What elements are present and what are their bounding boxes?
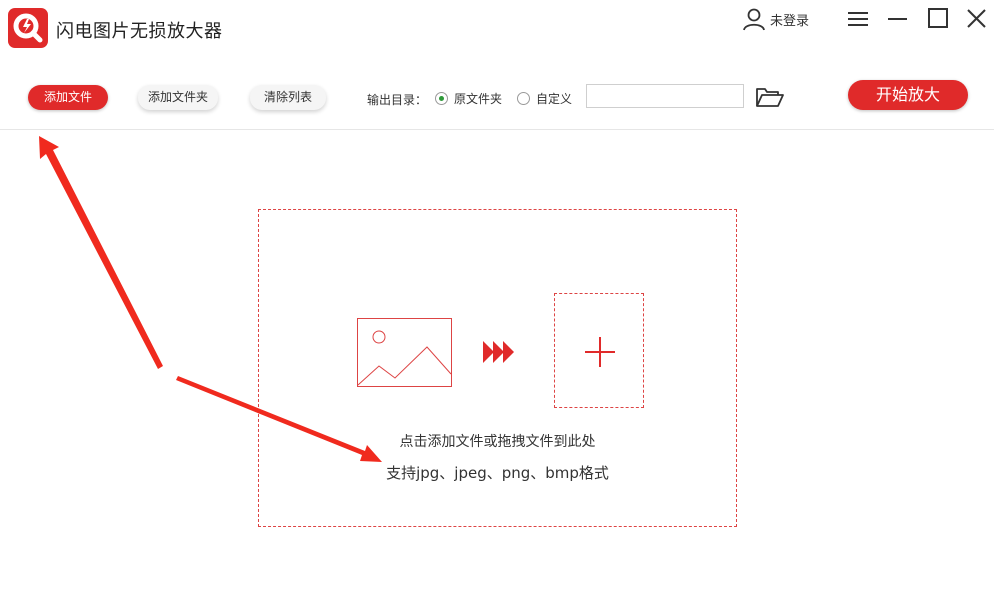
user-icon xyxy=(743,8,765,31)
radio-original-folder[interactable]: 原文件夹 xyxy=(435,90,502,107)
plus-icon xyxy=(585,337,615,367)
browse-folder-button[interactable] xyxy=(755,86,785,108)
minimize-icon xyxy=(888,18,907,20)
triple-arrow-icon xyxy=(483,341,514,363)
login-button[interactable]: 未登录 xyxy=(742,6,809,32)
title-bar: 闪电图片无损放大器 未登录 xyxy=(0,0,994,60)
login-status-label: 未登录 xyxy=(770,13,810,29)
radio-label: 原文件夹 xyxy=(454,92,503,106)
folder-open-icon xyxy=(756,88,784,107)
maximize-button[interactable] xyxy=(925,6,953,32)
output-dir-label: 输出目录： xyxy=(367,93,428,107)
output-path-input[interactable] xyxy=(586,84,744,108)
radio-label: 自定义 xyxy=(536,92,573,106)
hamburger-icon xyxy=(848,12,868,26)
add-image-box[interactable] xyxy=(554,293,644,408)
radio-indicator[interactable] xyxy=(517,92,530,105)
radio-indicator[interactable] xyxy=(435,92,448,105)
add-folder-button[interactable]: 添加文件夹 xyxy=(138,85,218,110)
close-icon xyxy=(967,9,986,28)
minimize-button[interactable] xyxy=(884,6,912,32)
clear-list-button[interactable]: 清除列表 xyxy=(250,85,326,110)
app-title: 闪电图片无损放大器 xyxy=(56,21,223,42)
magnifier-logo-icon xyxy=(8,8,48,48)
annotation-arrow-up xyxy=(39,136,163,369)
image-icon xyxy=(357,318,452,387)
toolbar-divider xyxy=(0,129,994,130)
supported-formats-text: 支持jpg、jpeg、png、bmp格式 xyxy=(386,464,609,482)
start-enlarge-button[interactable]: 开始放大 xyxy=(848,80,968,110)
radio-custom[interactable]: 自定义 xyxy=(517,90,572,107)
maximize-icon xyxy=(928,8,948,28)
drop-hint-text: 点击添加文件或拖拽文件到此处 xyxy=(399,434,596,450)
add-file-button[interactable]: 添加文件 xyxy=(28,85,108,110)
close-button[interactable] xyxy=(963,6,991,32)
menu-button[interactable] xyxy=(845,6,873,32)
